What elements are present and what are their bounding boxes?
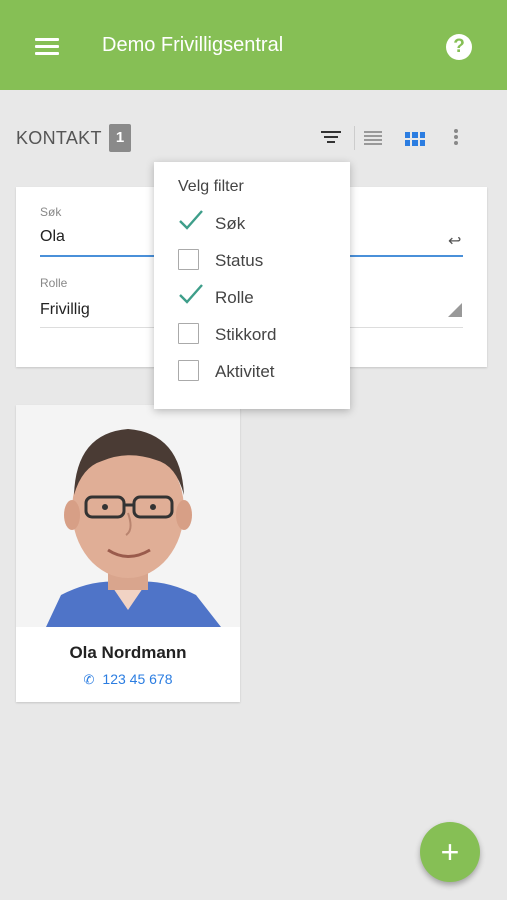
checkbox[interactable] [178, 249, 199, 270]
filter-option-label: Status [215, 251, 264, 270]
contact-card[interactable]: Ola Nordmann ✆ 123 45 678 [16, 405, 240, 702]
checkmark-icon [179, 210, 203, 230]
filter-option-label: Aktivitet [215, 362, 275, 381]
checkmark-icon [179, 284, 203, 304]
filter-option-aktivitet[interactable]: Aktivitet [178, 356, 338, 386]
contact-phone: 123 45 678 [102, 671, 173, 687]
dropdown-arrow-icon[interactable] [448, 303, 462, 317]
app-title: Demo Frivilligsentral [102, 34, 284, 56]
filter-option-rolle[interactable]: Rolle [178, 282, 338, 312]
filter-option-stikkord[interactable]: Stikkord [178, 319, 338, 349]
filter-menu-title: Velg filter [178, 178, 244, 195]
add-contact-button[interactable]: + [420, 822, 480, 882]
phone-icon: ✆ [83, 672, 95, 687]
toolbar-divider [354, 126, 355, 150]
role-select[interactable]: Frivillig [40, 301, 90, 319]
hamburger-menu-icon[interactable] [35, 38, 59, 56]
enter-icon[interactable]: ↩ [448, 231, 461, 251]
checkbox[interactable] [178, 360, 199, 381]
role-label: Rolle [40, 276, 68, 290]
filter-option-sok[interactable]: Søk [178, 208, 338, 238]
help-icon[interactable]: ? [446, 34, 472, 60]
grid-view-icon[interactable] [405, 132, 425, 146]
search-input[interactable]: Ola [40, 228, 65, 246]
filter-icon[interactable] [321, 131, 341, 145]
contact-name: Ola Nordmann [69, 643, 187, 662]
filter-option-label: Søk [215, 214, 246, 233]
filter-menu: Velg filter Søk Status Rolle Stikkord Ak… [154, 162, 350, 409]
more-vert-icon[interactable] [453, 129, 459, 147]
count-badge: 1 [109, 124, 131, 152]
filter-option-status[interactable]: Status [178, 245, 338, 275]
checkbox[interactable] [178, 323, 199, 344]
list-view-icon[interactable] [364, 131, 382, 145]
search-label: Søk [40, 205, 62, 219]
contact-phone-link[interactable]: ✆ 123 45 678 [16, 671, 240, 688]
filter-option-label: Rolle [215, 288, 254, 307]
app-bar: Demo Frivilligsentral ? [0, 0, 507, 90]
section-title: KONTAKT [16, 128, 102, 148]
avatar [16, 405, 240, 627]
filter-option-label: Stikkord [215, 325, 277, 344]
